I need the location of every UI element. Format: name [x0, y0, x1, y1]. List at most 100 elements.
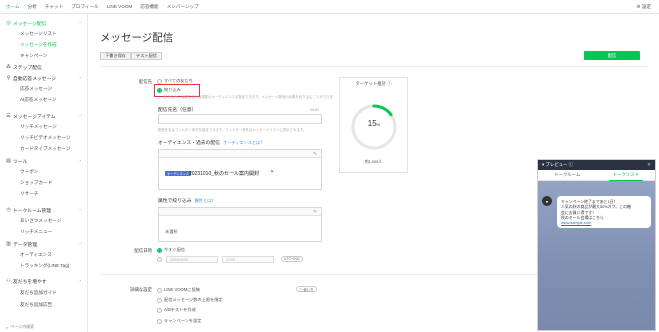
sidebar-group-tools[interactable]: ▤ ツール ⌃ — [6, 158, 84, 166]
time-input[interactable]: 17:00 — [222, 256, 274, 263]
sidebar-item-shop-card[interactable]: ショップカード — [20, 180, 52, 186]
radio-schedule[interactable] — [157, 257, 164, 262]
option-line-voom[interactable]: LINE VOOMに投稿 — [157, 287, 200, 293]
preview-header[interactable]: ▾ プレビュー ⓘ ✕ — [538, 160, 655, 170]
sidebar-group-message[interactable]: ◎ メッセージ配信 ⌃ — [6, 20, 84, 28]
bubble-link[interactable]: www.sample.com — [561, 220, 647, 225]
sidebar-item-rich-video[interactable]: リッチビデオメッセージ — [20, 135, 70, 141]
pencil-icon[interactable]: ✎ — [313, 151, 317, 157]
nav-home[interactable]: ホーム — [6, 4, 20, 10]
sidebar-item-friend-guide[interactable]: 友だち追加ガイド — [20, 290, 57, 296]
sidebar-item-rich-message[interactable]: リッチメッセージ — [20, 124, 57, 130]
sidebar-group-label: 友だちを増やす — [13, 280, 47, 285]
checkbox-icon — [157, 307, 162, 313]
sidebar-item-research[interactable]: リサーチ — [20, 191, 38, 197]
sidebar-group-auto-reply[interactable]: ⚲ 自動応答メッセージ ⌃ — [6, 75, 84, 83]
recipients-label: 配信先 — [138, 79, 152, 84]
audience-help-link[interactable]: オーディエンスとは？ — [223, 140, 265, 145]
option-campaign[interactable]: キャンペーンを設定 — [157, 318, 201, 324]
sidebar-item-card-type[interactable]: カードタイプメッセージ — [20, 146, 70, 152]
nav-chat[interactable]: チャット — [45, 4, 63, 10]
checkbox-icon — [157, 287, 162, 293]
sidebar-group-label: ツール — [13, 160, 28, 165]
chevron-up-icon: ⌃ — [78, 279, 82, 284]
radio-circle-selected — [157, 247, 162, 253]
tool-icon: ▤ — [6, 158, 11, 164]
friends-icon: ⚇ — [6, 278, 11, 284]
nav-profile[interactable]: プロフィール — [71, 4, 98, 10]
auto-reply-icon: ⚲ — [6, 75, 11, 81]
usage-button[interactable]: ⓘ 使い方 — [296, 286, 317, 292]
chevron-up-icon: ⌃ — [78, 208, 82, 213]
sidebar-footer-label: ページ内検索 — [10, 324, 35, 329]
save-draft-button[interactable]: 下書き保存 — [100, 52, 131, 60]
settings-link[interactable]: ⚙ 設定 — [636, 4, 651, 10]
chevron-up-icon: ⌃ — [78, 76, 82, 81]
sidebar-group-data[interactable]: ▥ データ管理 ⌃ — [6, 241, 84, 249]
sidebar-item-message-list[interactable]: メッセージリスト — [20, 31, 57, 37]
timezone-badge: UTC+9:00 — [281, 256, 303, 262]
sidebar-item-rich-menu[interactable]: リッチメニュー — [20, 229, 52, 235]
option-label: キャンペーンを設定 — [164, 318, 202, 323]
sidebar-group-label: トークルーム管理 — [13, 209, 52, 214]
filter-hint: 絞り込みには属性または複数のオーディエンスを指定できます。メッセージ配信の対象を… — [164, 95, 334, 99]
preview-chat-area: ● キャンペーン終了まであと1日！ 人気の秋の商品が最大50%オフ。この機 会に… — [538, 181, 655, 330]
sidebar-item-coupon[interactable]: クーポン — [20, 169, 38, 175]
sidebar-group-message-item[interactable]: ☰ メッセージアイテム ⌃ — [6, 113, 84, 121]
avatar: ● — [542, 196, 552, 206]
attribute-box: ✎ 未選択 — [158, 207, 322, 242]
radio-label: 今すぐ配信 — [164, 247, 185, 252]
nav-membership[interactable]: メンバーシップ — [167, 4, 199, 10]
radio-send-now[interactable]: 今すぐ配信 — [157, 247, 185, 253]
preview-panel: ▾ プレビュー ⓘ ✕ トークルーム トークリスト ● キャンペーン終了まであと… — [537, 159, 656, 331]
sidebar-item-auto-reply[interactable]: 応答メッセージ — [20, 86, 52, 92]
talkroom-icon: ◷ — [6, 207, 11, 213]
option-label: A/Bテストを作成 — [164, 307, 196, 312]
target-count: 約1,000人 — [364, 160, 383, 164]
sidebar-item-ai-reply[interactable]: AI応答メッセージ — [20, 97, 56, 103]
option-ab-test[interactable]: A/Bテストを作成 — [157, 307, 196, 313]
nav-analytics[interactable]: 分析 — [28, 4, 37, 10]
sidebar-item-campaign[interactable]: キャンペーン — [20, 53, 47, 59]
checkbox-icon — [157, 297, 162, 303]
close-icon[interactable]: ✕ — [270, 169, 274, 175]
nav-response[interactable]: 応答機能 — [140, 4, 158, 10]
item-icon: ☰ — [6, 113, 11, 119]
radio-filter[interactable]: 絞り込み — [157, 87, 181, 93]
message-name-input[interactable] — [158, 114, 322, 124]
chevron-up-icon: ⌃ — [78, 21, 82, 26]
sidebar-item-friend-ads[interactable]: 友だち追加広告 — [20, 302, 52, 308]
radio-circle-selected — [157, 87, 162, 93]
option-label: LINE VOOMに投稿 — [164, 287, 200, 292]
tab-talklist[interactable]: トークリスト — [597, 170, 656, 181]
char-counter: 0/100 — [310, 108, 319, 112]
sidebar-group-talkroom[interactable]: ◷ トークルーム管理 ⌃ — [6, 207, 84, 215]
sidebar-item-audience[interactable]: オーディエンス — [20, 252, 52, 258]
attribute-help-link[interactable]: 属性とは？ — [195, 198, 216, 203]
radio-circle — [157, 257, 162, 262]
sidebar-group-friends[interactable]: ⚇ 友だちを増やす ⌃ — [6, 278, 84, 286]
sidebar-footer[interactable]: ⌕ ページ内検索 — [0, 322, 88, 332]
audience-name: 20231010_秋のセール案内開封 — [189, 171, 260, 177]
sidebar-item-tracking[interactable]: トラッキング(LINE Tag) — [20, 263, 69, 269]
nav-line-voom[interactable]: LINE VOOM — [107, 4, 133, 9]
send-button[interactable]: 配信 — [584, 51, 640, 60]
page-title: メッセージ配信 — [100, 32, 174, 44]
attribute-box-header: ✎ — [159, 208, 321, 216]
message-name-hint: 配信先名はフィルター条件を設定できます。フィルター条件はメッセージリストに表示さ… — [158, 128, 307, 132]
divider — [100, 66, 648, 67]
preview-title: ▾ プレビュー ⓘ — [542, 162, 573, 167]
sidebar-item-greeting[interactable]: あいさつメッセージ — [20, 218, 61, 224]
option-limit[interactable]: 配信メッセージ数の上限を指定 — [157, 297, 223, 303]
tab-talkroom[interactable]: トークルーム — [538, 170, 597, 180]
date-input[interactable]: 2023/10/30 — [166, 256, 218, 263]
pencil-icon[interactable]: ✎ — [313, 209, 317, 215]
sidebar-group-step[interactable]: ⁂ ステップ配信 — [6, 64, 84, 72]
checkbox-icon — [157, 318, 162, 324]
close-icon[interactable]: ✕ — [647, 162, 651, 168]
test-send-button[interactable]: テスト配信 — [131, 52, 162, 60]
message-name-label: 配信先名（任意） — [158, 108, 197, 113]
sidebar-item-create-message[interactable]: メッセージを作成 — [20, 42, 57, 48]
audience-label-text: オーディエンス・過去の配信 — [158, 141, 220, 146]
sidebar-group-label: メッセージ配信 — [13, 22, 47, 27]
